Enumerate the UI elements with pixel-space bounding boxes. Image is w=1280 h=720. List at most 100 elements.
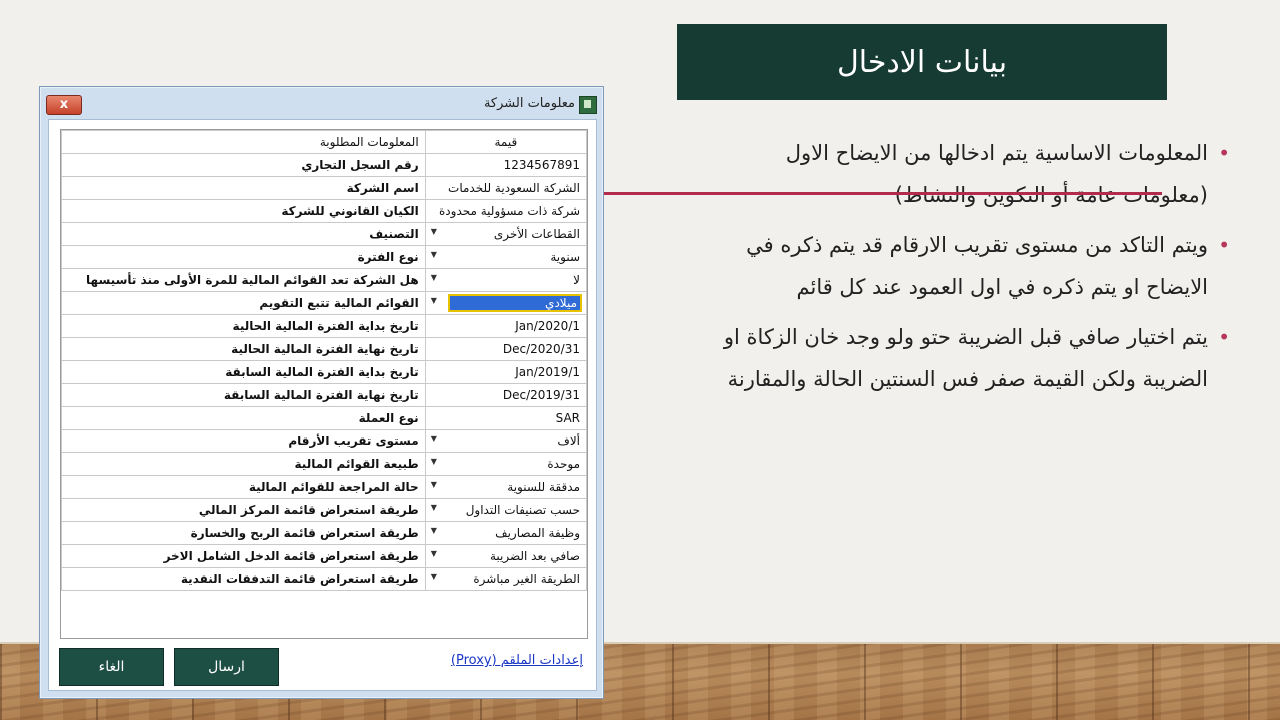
chevron-down-icon[interactable]: ▼	[431, 227, 437, 236]
bullet-line: الايضاح او يتم ذكره في اول العمود عند كل…	[796, 275, 1209, 299]
chevron-down-icon[interactable]: ▼	[431, 457, 437, 466]
chevron-down-icon[interactable]: ▼	[431, 480, 437, 489]
bullet-line: ويتم التاكد من مستوى تقريب الارقام قد يت…	[746, 233, 1208, 257]
table-row[interactable]: نوع العملة SAR	[61, 406, 587, 430]
field-value-dropdown[interactable]: صافي بعد الضريبة ▼	[424, 544, 587, 568]
field-value-dropdown[interactable]: الطريقة الغير مباشرة ▼	[424, 567, 587, 591]
field-label: تاريخ بداية الفترة المالية الحالية	[61, 314, 426, 338]
chevron-down-icon[interactable]: ▼	[431, 434, 437, 443]
column-header-value: قيمة	[424, 130, 587, 154]
field-value-input[interactable]: شركة ذات مسؤولية محدودة	[424, 199, 587, 223]
field-value-dropdown[interactable]: ميلادي ▼	[424, 291, 587, 315]
field-value-input[interactable]: Dec/2019/31	[424, 383, 587, 407]
field-value-input[interactable]: 1234567891	[424, 153, 587, 177]
field-value-input[interactable]: Jan/2020/1	[424, 314, 587, 338]
field-value-text: القطاعات الأخرى	[493, 227, 580, 241]
field-value-dropdown[interactable]: مدققة للسنوية ▼	[424, 475, 587, 499]
field-value-text: الشركة السعودية للخدمات	[448, 181, 580, 195]
field-label: اسم الشركة	[61, 176, 426, 200]
field-value-input[interactable]: الشركة السعودية للخدمات	[424, 176, 587, 200]
chevron-down-icon[interactable]: ▼	[431, 526, 437, 535]
send-button[interactable]: ارسال	[174, 648, 279, 686]
chevron-down-icon[interactable]: ▼	[431, 549, 437, 558]
field-value-dropdown[interactable]: حسب تصنيفات التداول ▼	[424, 498, 587, 522]
field-value-text: مدققة للسنوية	[507, 480, 580, 494]
proxy-settings-link[interactable]: إعدادات الملقم (Proxy)	[451, 653, 583, 668]
bullet-item: المعلومات الاساسية يتم ادخالها من الايضا…	[640, 132, 1230, 216]
chevron-down-icon[interactable]: ▼	[431, 273, 437, 282]
field-label: نوع العملة	[61, 406, 426, 430]
field-value-text: صافي بعد الضريبة	[489, 549, 580, 563]
dialog-body: المعلومات المطلوبة قيمة رقم السجل التجار…	[48, 119, 597, 691]
table-row[interactable]: تاريخ بداية الفترة المالية السابقة Jan/20…	[61, 360, 587, 384]
bullet-item: يتم اختيار صافي قبل الضريبة حتو ولو وجد …	[640, 316, 1230, 400]
field-label: تاريخ بداية الفترة المالية السابقة	[61, 360, 426, 384]
info-table: المعلومات المطلوبة قيمة رقم السجل التجار…	[61, 130, 587, 591]
field-value-dropdown[interactable]: ألاف ▼	[424, 429, 587, 453]
bullet-list: المعلومات الاساسية يتم ادخالها من الايضا…	[640, 132, 1230, 408]
cancel-button[interactable]: الغاء	[59, 648, 164, 686]
field-label: نوع الفترة	[61, 245, 426, 269]
table-row[interactable]: طريقة استعراض قائمة الربح والخسارة وظيفة …	[61, 521, 587, 545]
bullet-line: يتم اختيار صافي قبل الضريبة حتو ولو وجد …	[723, 325, 1208, 349]
field-label: طريقة استعراض قائمة الربح والخسارة	[61, 521, 426, 545]
field-value-dropdown[interactable]: وظيفة المصاريف ▼	[424, 521, 587, 545]
field-label: هل الشركة تعد القوائم المالية للمرة الأو…	[61, 268, 426, 292]
table-row[interactable]: القوائم المالية تتبع التقويم ميلادي ▼	[61, 291, 587, 315]
field-value-text: سنوية	[550, 250, 580, 264]
table-row[interactable]: نوع الفترة سنوية ▼	[61, 245, 587, 269]
bullet-line: الضريبة ولكن القيمة صفر فس السنتين الحال…	[727, 367, 1208, 391]
bullet-line: (معلومات عامة أو التكوين والنشاط)	[894, 183, 1208, 207]
field-value-input[interactable]: Dec/2020/31	[424, 337, 587, 361]
table-row[interactable]: اسم الشركة الشركة السعودية للخدمات	[61, 176, 587, 200]
field-value-text: الطريقة الغير مباشرة	[473, 572, 580, 586]
field-value-dropdown[interactable]: موحدة ▼	[424, 452, 587, 476]
chevron-down-icon[interactable]: ▼	[431, 296, 437, 305]
field-label: طريقة استعراض قائمة المركز المالي	[61, 498, 426, 522]
field-label: طريقة استعراض قائمة الدخل الشامل الاخر	[61, 544, 426, 568]
field-label: طبيعة القوائم المالية	[61, 452, 426, 476]
table-row[interactable]: تاريخ بداية الفترة المالية الحالية Jan/20…	[61, 314, 587, 338]
field-value-text: 1234567891	[503, 158, 580, 172]
field-label: مستوى تقريب الأرقام	[61, 429, 426, 453]
app-icon	[579, 96, 597, 114]
field-value-text: Jan/2019/1	[515, 365, 580, 379]
field-value-text: موحدة	[547, 457, 580, 471]
field-value-text: حسب تصنيفات التداول	[465, 503, 580, 517]
strike-through-line	[600, 192, 1162, 195]
field-value-text: شركة ذات مسؤولية محدودة	[439, 204, 580, 218]
field-value-text: Jan/2020/1	[515, 319, 580, 333]
chevron-down-icon[interactable]: ▼	[431, 572, 437, 581]
table-row[interactable]: مستوى تقريب الأرقام ألاف ▼	[61, 429, 587, 453]
chevron-down-icon[interactable]: ▼	[431, 503, 437, 512]
bullet-item: ويتم التاكد من مستوى تقريب الارقام قد يت…	[640, 224, 1230, 308]
column-header-required-info: المعلومات المطلوبة	[61, 130, 426, 154]
field-value-dropdown[interactable]: سنوية ▼	[424, 245, 587, 269]
chevron-down-icon[interactable]: ▼	[431, 250, 437, 259]
field-value-input[interactable]: SAR	[424, 406, 587, 430]
field-label: تاريخ نهاية الفترة المالية السابقة	[61, 383, 426, 407]
table-header-row: المعلومات المطلوبة قيمة	[61, 130, 587, 154]
table-row[interactable]: حالة المراجعة للقوائم المالية مدققة للسنو…	[61, 475, 587, 499]
field-label: التصنيف	[61, 222, 426, 246]
dialog-titlebar[interactable]: x معلومات الشركة	[40, 87, 603, 119]
table-row[interactable]: هل الشركة تعد القوائم المالية للمرة الأو…	[61, 268, 587, 292]
table-row[interactable]: الكيان القانوني للشركة شركة ذات مسؤولية م…	[61, 199, 587, 223]
field-value-text: Dec/2019/31	[502, 388, 580, 402]
table-row[interactable]: رقم السجل التجاري 1234567891	[61, 153, 587, 177]
table-row[interactable]: التصنيف القطاعات الأخرى ▼	[61, 222, 587, 246]
company-info-grid: المعلومات المطلوبة قيمة رقم السجل التجار…	[60, 129, 588, 639]
table-row[interactable]: طبيعة القوائم المالية موحدة ▼	[61, 452, 587, 476]
field-value-text: SAR	[555, 411, 580, 425]
table-row[interactable]: طريقة استعراض قائمة الدخل الشامل الاخر صا…	[61, 544, 587, 568]
field-label: الكيان القانوني للشركة	[61, 199, 426, 223]
field-value-dropdown[interactable]: لا ▼	[424, 268, 587, 292]
table-row[interactable]: تاريخ نهاية الفترة المالية السابقة Dec/20…	[61, 383, 587, 407]
close-button[interactable]: x	[46, 95, 82, 115]
table-row[interactable]: طريقة استعراض قائمة التدفقات النقدية الطر…	[61, 567, 587, 591]
field-value-input[interactable]: Jan/2019/1	[424, 360, 587, 384]
field-value-text: وظيفة المصاريف	[495, 526, 580, 540]
field-value-dropdown[interactable]: القطاعات الأخرى ▼	[424, 222, 587, 246]
table-row[interactable]: تاريخ نهاية الفترة المالية الحالية Dec/20…	[61, 337, 587, 361]
table-row[interactable]: طريقة استعراض قائمة المركز المالي حسب تصن…	[61, 498, 587, 522]
